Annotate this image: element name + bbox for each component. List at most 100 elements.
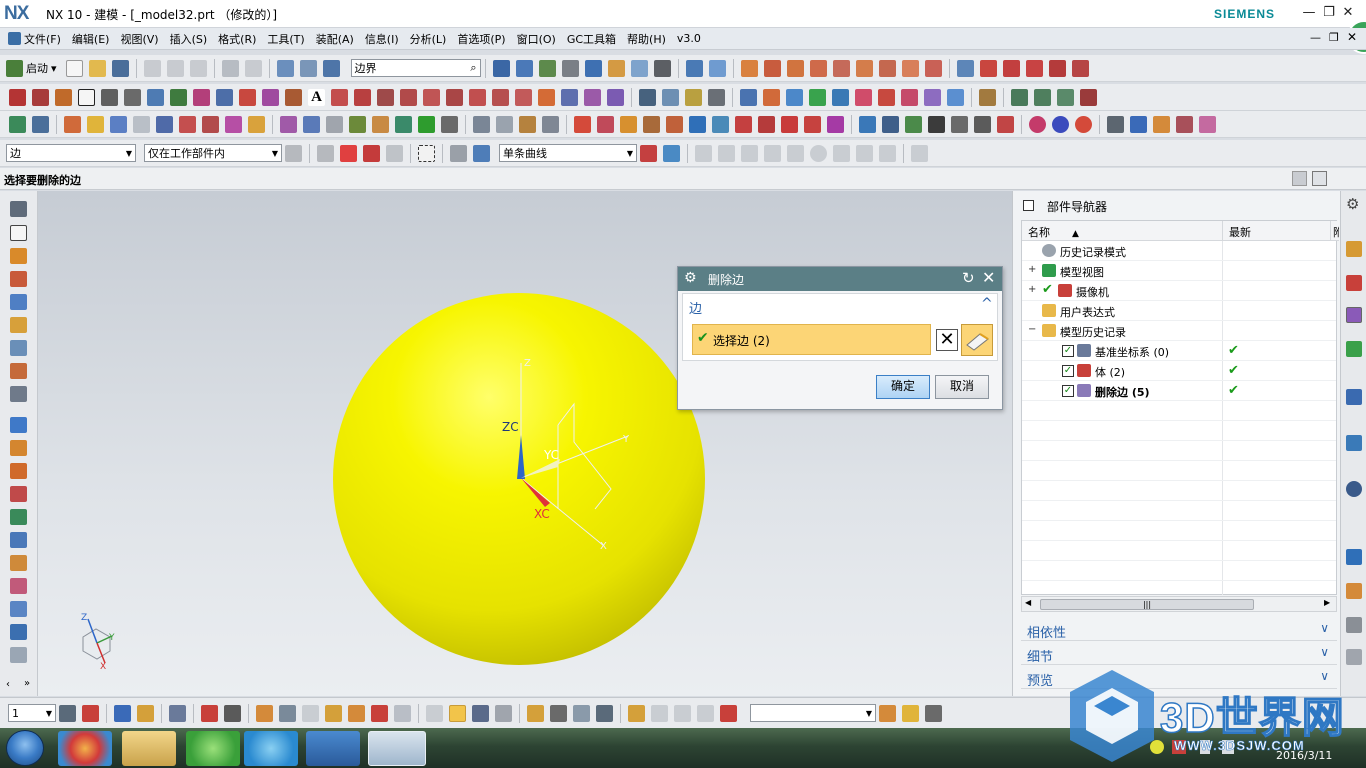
thicken-icon[interactable] <box>689 115 706 133</box>
menu-view[interactable]: 视图(V) <box>120 31 158 47</box>
snap-view-icon[interactable] <box>299 59 317 77</box>
select-box-icon[interactable] <box>340 144 357 162</box>
menu-minimize-button[interactable]: — <box>1310 31 1321 44</box>
expand-icon[interactable]: + <box>1028 264 1036 275</box>
table-icon[interactable] <box>639 88 656 106</box>
manual-icon[interactable] <box>10 532 27 548</box>
snap-midpoint-icon[interactable] <box>718 144 735 162</box>
wcs-icon[interactable] <box>708 59 726 77</box>
menu-file[interactable]: 文件(F) <box>8 31 61 47</box>
analysis-icon[interactable] <box>596 704 613 722</box>
curve-on-surface-icon[interactable] <box>262 88 279 106</box>
revolve-icon[interactable] <box>87 115 104 133</box>
resize-face-icon[interactable] <box>542 115 559 133</box>
wave-icon[interactable] <box>426 704 443 722</box>
taper-icon[interactable] <box>620 115 637 133</box>
ruler-icon[interactable] <box>224 704 241 722</box>
copy-icon[interactable] <box>166 59 184 77</box>
taskbar-app-media-icon[interactable] <box>58 731 112 766</box>
transform-body-icon[interactable] <box>280 115 297 133</box>
background-icon[interactable] <box>630 59 648 77</box>
manufacturing-wizard-icon[interactable] <box>1346 617 1362 633</box>
copy-face-icon[interactable] <box>951 115 968 133</box>
offset-surface-icon[interactable] <box>947 88 964 106</box>
touch-mode-icon[interactable] <box>322 59 340 77</box>
tag-icon[interactable] <box>628 704 645 722</box>
layer-settings-2-icon[interactable] <box>59 704 76 722</box>
menu-window[interactable]: 窗口(O) <box>517 31 556 47</box>
stop-at-intersection-icon[interactable] <box>640 144 657 162</box>
tree-row[interactable]: + 模型视图 <box>1022 261 1336 281</box>
spline-icon[interactable] <box>1025 59 1043 77</box>
offset-face-icon[interactable] <box>905 115 922 133</box>
offset-region-icon[interactable] <box>496 115 513 133</box>
edge-display-icon[interactable] <box>607 59 625 77</box>
isoparametric-icon[interactable] <box>446 88 463 106</box>
menu-tools[interactable]: 工具(T) <box>267 31 304 47</box>
tree-row[interactable]: ✓ 体 (2) ✔ <box>1022 361 1336 381</box>
extrude-icon[interactable] <box>64 115 81 133</box>
components-icon[interactable] <box>10 463 27 479</box>
fit-view-icon[interactable] <box>492 59 510 77</box>
object-info-icon[interactable] <box>573 704 590 722</box>
thread-icon[interactable] <box>156 115 173 133</box>
drawing-icon[interactable] <box>10 555 27 571</box>
extract-icon[interactable] <box>326 115 343 133</box>
component-icon[interactable] <box>279 704 296 722</box>
sew-icon[interactable] <box>901 88 918 106</box>
cylinder-icon[interactable] <box>763 59 781 77</box>
replace-component-icon[interactable] <box>371 704 388 722</box>
snap-icon[interactable] <box>363 144 380 162</box>
unite-icon[interactable] <box>179 115 196 133</box>
explode-icon[interactable] <box>472 704 489 722</box>
expand-icon[interactable]: + <box>1028 284 1036 295</box>
move-layer-icon[interactable] <box>685 88 702 106</box>
trim-body-icon[interactable] <box>924 88 941 106</box>
optimize-face-icon[interactable] <box>827 115 844 133</box>
xyz-icon[interactable] <box>303 115 320 133</box>
snap-on-face-icon[interactable] <box>879 144 896 162</box>
slot-icon[interactable] <box>901 59 919 77</box>
close-window-button[interactable]: ✕ <box>1337 4 1359 22</box>
minimize-button[interactable]: — <box>1298 4 1320 22</box>
feature-checkbox[interactable]: ✓ <box>1062 345 1074 357</box>
menu-gc-toolkit[interactable]: GC工具箱 <box>567 31 616 47</box>
paint-icon[interactable] <box>1199 115 1216 133</box>
cube-icon[interactable] <box>10 294 27 310</box>
collapse-icon[interactable]: − <box>1028 324 1036 335</box>
selection-priority-icon[interactable] <box>449 704 466 722</box>
through-curves-icon[interactable] <box>809 88 826 106</box>
fit-curve-icon[interactable] <box>239 88 256 106</box>
snap-quadrant-icon[interactable] <box>810 144 827 162</box>
panel-dependencies[interactable]: 相依性 ∨ <box>1021 619 1337 641</box>
scroll-down-icon[interactable]: » <box>24 678 30 689</box>
pad-icon[interactable] <box>878 59 896 77</box>
ellipse-icon[interactable] <box>147 88 164 106</box>
menu-preferences[interactable]: 首选项(P) <box>457 31 505 47</box>
snap-existing-icon[interactable] <box>833 144 850 162</box>
select-edge-row[interactable]: ✔ 选择边 (2) <box>692 324 931 355</box>
snap-on-curve-icon[interactable] <box>856 144 873 162</box>
delete-face-sync-icon[interactable] <box>928 115 945 133</box>
book-icon[interactable] <box>10 248 27 264</box>
cut-face-icon[interactable] <box>974 115 991 133</box>
menu-close-button[interactable]: ✕ <box>1347 30 1357 44</box>
offset-icon[interactable] <box>331 88 348 106</box>
rib-icon[interactable] <box>133 115 150 133</box>
info-icon[interactable] <box>550 704 567 722</box>
select-body-icon[interactable] <box>450 144 467 162</box>
measure-icon[interactable] <box>201 704 218 722</box>
replace-face-icon[interactable] <box>473 115 490 133</box>
taskbar-ie-icon[interactable] <box>244 731 298 766</box>
edge-blend-icon[interactable] <box>248 115 265 133</box>
join-curve-icon[interactable] <box>469 88 486 106</box>
undo-icon[interactable] <box>221 59 239 77</box>
close-icon[interactable]: ✕ <box>982 268 995 287</box>
history-clock-icon[interactable] <box>1346 481 1362 497</box>
sphere-feature-icon[interactable] <box>809 59 827 77</box>
new-file-icon[interactable] <box>65 59 83 77</box>
intersect-icon[interactable] <box>225 115 242 133</box>
curve-rule-select[interactable]: 单条曲线 ▼ <box>499 144 637 162</box>
selection-scope-select[interactable]: 仅在工作部件内 ▼ <box>144 144 282 162</box>
unsew-icon[interactable] <box>735 115 752 133</box>
